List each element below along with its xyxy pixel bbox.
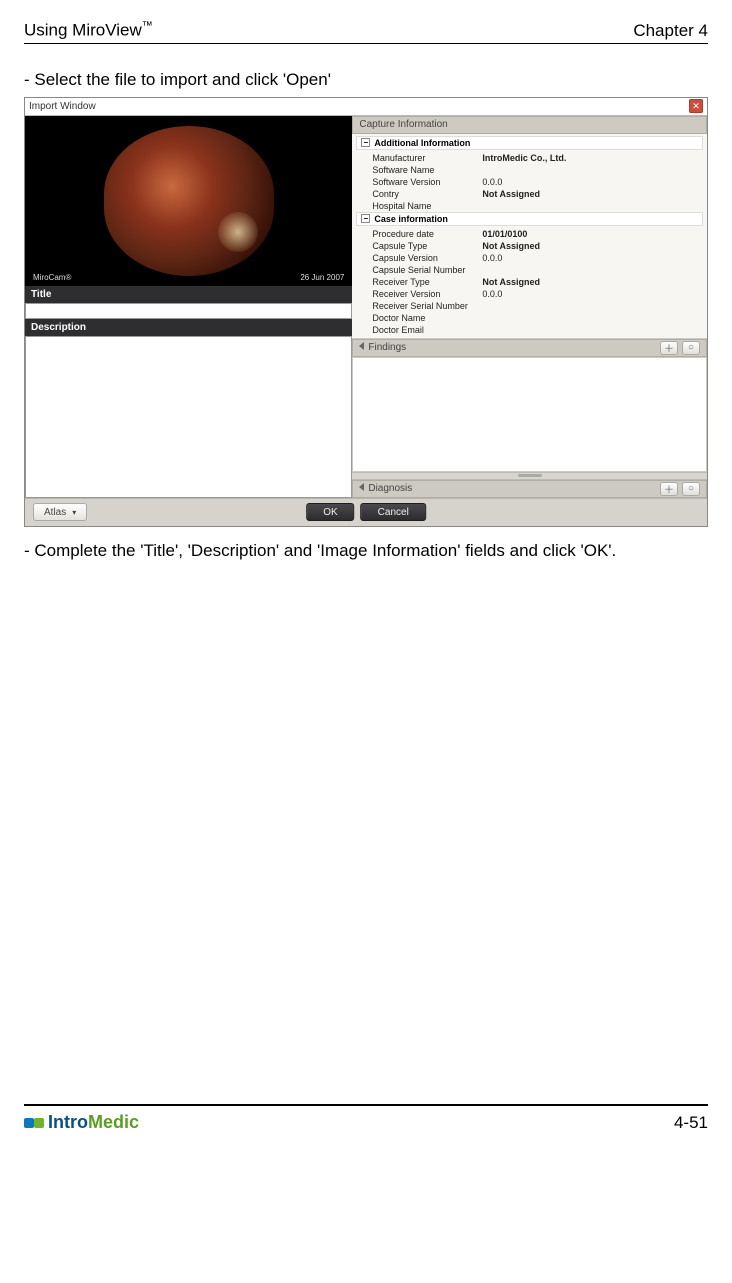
row-capsule-serial: Capsule Serial Number xyxy=(352,264,707,276)
image-preview: MiroCam® 26 Jun 2007 xyxy=(25,116,352,286)
caption-device: MiroCam® xyxy=(33,273,71,282)
clover-icon xyxy=(24,1118,44,1128)
group-case-info[interactable]: − Case information xyxy=(356,212,703,226)
info-panel: − Additional Information ManufacturerInt… xyxy=(352,134,707,339)
splitter-handle[interactable] xyxy=(352,472,707,480)
logo-intro: Intro xyxy=(48,1112,88,1132)
chevron-down-icon[interactable] xyxy=(359,483,364,491)
description-label: Description xyxy=(25,319,352,336)
add-diagnosis-button[interactable]: ＋ xyxy=(660,482,678,496)
right-panel: Capture Information − Additional Informa… xyxy=(352,116,707,498)
collapse-icon[interactable]: − xyxy=(361,138,370,147)
description-input[interactable] xyxy=(25,336,352,498)
row-doctor-name: Doctor Name xyxy=(352,312,707,324)
diagnosis-title: Diagnosis xyxy=(368,483,412,494)
group-additional-info[interactable]: − Additional Information xyxy=(356,136,703,150)
caption-date: 26 Jun 2007 xyxy=(300,273,344,282)
doc-title: Using MiroView™ xyxy=(24,20,153,41)
findings-title: Findings xyxy=(368,342,406,353)
group1-label: Additional Information xyxy=(374,138,470,148)
diagnosis-header: Diagnosis ＋ ○ xyxy=(352,480,707,498)
capture-info-title: Capture Information xyxy=(359,119,447,130)
row-receiver-serial: Receiver Serial Number xyxy=(352,300,707,312)
row-capsule-version: Capsule Version0.0.0 xyxy=(352,252,707,264)
trademark-symbol: ™ xyxy=(142,20,153,32)
capture-info-header: Capture Information xyxy=(352,116,707,134)
instruction-step-1: - Select the file to import and click 'O… xyxy=(24,66,708,93)
caret-down-icon: ▾ xyxy=(72,508,76,517)
page-header: Using MiroView™ Chapter 4 xyxy=(24,20,708,44)
left-panel: MiroCam® 26 Jun 2007 Title Description xyxy=(25,116,352,498)
row-receiver-type: Receiver TypeNot Assigned xyxy=(352,276,707,288)
collapse-icon[interactable]: − xyxy=(361,214,370,223)
logo-medic: Medic xyxy=(88,1112,139,1132)
group2-label: Case information xyxy=(374,214,448,224)
intromedic-logo: IntroMedic xyxy=(24,1112,139,1133)
row-procedure-date: Procedure date01/01/0100 xyxy=(352,228,707,240)
row-manufacturer: ManufacturerIntroMedic Co., Ltd. xyxy=(352,152,707,164)
window-title-text: Import Window xyxy=(29,101,96,112)
row-hospital: Hospital Name xyxy=(352,200,707,212)
chevron-down-icon[interactable] xyxy=(359,342,364,350)
dialog-footer: Atlas ▾ OK Cancel xyxy=(25,498,707,526)
row-receiver-version: Receiver Version0.0.0 xyxy=(352,288,707,300)
add-finding-button[interactable]: ＋ xyxy=(660,341,678,355)
cancel-button[interactable]: Cancel xyxy=(361,503,426,521)
ok-button[interactable]: OK xyxy=(306,503,354,521)
title-input[interactable] xyxy=(25,303,352,319)
close-icon[interactable]: ✕ xyxy=(689,99,703,113)
endoscope-image xyxy=(104,126,274,276)
import-window: Import Window ✕ MiroCam® 26 Jun 2007 Tit… xyxy=(24,97,708,527)
page-footer: IntroMedic 4-51 xyxy=(24,1104,708,1133)
remove-finding-button[interactable]: ○ xyxy=(682,341,700,355)
image-caption: MiroCam® 26 Jun 2007 xyxy=(33,273,344,282)
row-doctor-email: Doctor Email xyxy=(352,324,707,336)
row-software-name: Software Name xyxy=(352,164,707,176)
findings-list[interactable] xyxy=(352,357,707,472)
row-country: ContryNot Assigned xyxy=(352,188,707,200)
instruction-step-2: - Complete the 'Title', 'Description' an… xyxy=(24,537,708,564)
chapter-label: Chapter 4 xyxy=(633,21,708,41)
atlas-button[interactable]: Atlas ▾ xyxy=(33,503,87,521)
atlas-label: Atlas xyxy=(44,507,66,518)
window-titlebar: Import Window ✕ xyxy=(25,98,707,116)
page-number: 4-51 xyxy=(674,1113,708,1133)
row-capsule-type: Capsule TypeNot Assigned xyxy=(352,240,707,252)
remove-diagnosis-button[interactable]: ○ xyxy=(682,482,700,496)
title-label: Title xyxy=(25,286,352,303)
doc-title-text: Using MiroView xyxy=(24,21,142,40)
row-software-version: Software Version0.0.0 xyxy=(352,176,707,188)
findings-header: Findings ＋ ○ xyxy=(352,339,707,357)
